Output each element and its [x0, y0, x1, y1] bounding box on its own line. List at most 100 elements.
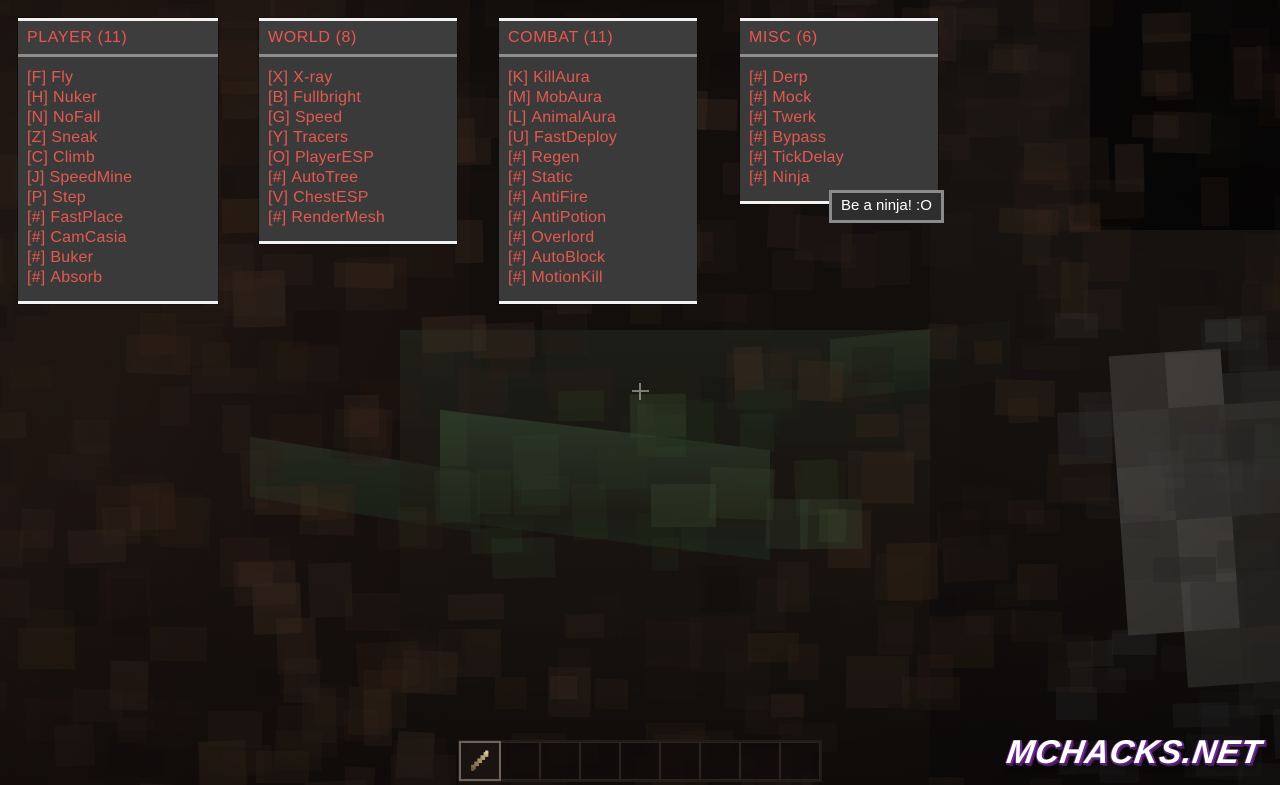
mod-row[interactable]: [B] Fullbright — [268, 88, 457, 108]
mod-label: Overlord — [531, 229, 595, 246]
mod-row[interactable]: [L] AnimalAura — [508, 108, 697, 128]
mod-row[interactable]: [P] Step — [27, 188, 218, 208]
hotbar-slot[interactable] — [540, 742, 580, 780]
mod-row[interactable]: [#] Buker — [27, 248, 218, 268]
terrain-block — [133, 697, 195, 751]
mod-row[interactable]: [#] Bypass — [749, 128, 938, 148]
panel-body-player: [F] Fly [H] Nuker [N] NoFall [Z] Sneak [C] Climb[… — [18, 57, 218, 301]
mod-row[interactable]: [#] FastPlace — [27, 208, 218, 228]
panel-header-player[interactable]: PLAYER (11) — [18, 21, 218, 57]
mod-keybind: [C] — [27, 149, 49, 166]
mod-row[interactable]: [U] FastDeploy — [508, 128, 697, 148]
panel-title-misc: MISC (6) — [749, 28, 818, 46]
hotbar-slot[interactable] — [580, 742, 620, 780]
panel-header-world[interactable]: WORLD (8) — [259, 21, 457, 57]
mod-keybind: [V] — [268, 189, 289, 206]
terrain-block — [873, 553, 924, 603]
site-watermark: MCHACKS.NET — [1004, 733, 1265, 770]
terrain-block — [787, 643, 819, 680]
mod-row[interactable]: [C] Climb — [27, 148, 218, 168]
terrain-block — [304, 780, 369, 785]
mod-row[interactable]: [F] Fly — [27, 68, 218, 88]
mod-row[interactable]: [#] Overlord — [508, 228, 697, 248]
mod-row[interactable]: [Y] Tracers — [268, 128, 457, 148]
terrain-block — [476, 469, 512, 515]
mod-row[interactable]: [G] Speed — [268, 108, 457, 128]
mod-row[interactable]: [#] MotionKill — [508, 268, 697, 288]
hotbar-slot[interactable] — [660, 742, 700, 780]
mod-row[interactable]: [#] AutoTree — [268, 168, 457, 188]
mod-row[interactable]: [#] CamCasia — [27, 228, 218, 248]
mod-row[interactable]: [#] Twerk — [749, 108, 938, 128]
panel-header-combat[interactable]: COMBAT (11) — [499, 21, 697, 57]
mod-row[interactable]: [#] Ninja — [749, 168, 938, 188]
terrain-block — [534, 313, 586, 362]
terrain-block — [0, 770, 28, 785]
terrain-block — [0, 485, 19, 536]
terrain-block — [931, 594, 959, 623]
mod-keybind: [#] — [749, 69, 768, 86]
terrain-block — [397, 506, 428, 547]
mod-row[interactable]: [#] TickDelay — [749, 148, 938, 168]
mod-label: PlayerESP — [294, 149, 375, 166]
mod-label: RenderMesh — [291, 209, 385, 226]
terrain-block — [950, 178, 1017, 207]
hotbar-slot[interactable] — [780, 742, 820, 780]
mod-row[interactable]: [#] AntiFire — [508, 188, 697, 208]
mod-keybind: [#] — [749, 129, 768, 146]
hotbar-slot[interactable] — [500, 742, 540, 780]
terrain-block — [1180, 0, 1234, 35]
terrain-block — [1232, 464, 1262, 518]
terrain-block — [70, 367, 119, 424]
mod-keybind: [H] — [27, 89, 49, 106]
terrain-block — [391, 754, 457, 785]
mod-row[interactable]: [#] Absorb — [27, 268, 218, 288]
panel-title-player: PLAYER (11) — [27, 28, 128, 46]
mod-keybind: [O] — [268, 149, 290, 166]
mod-row[interactable]: [O] PlayerESP — [268, 148, 457, 168]
hotbar-slot[interactable] — [700, 742, 740, 780]
terrain-block — [1238, 550, 1280, 606]
terrain-block — [800, 459, 847, 502]
terrain-block — [333, 262, 395, 289]
mod-label: Absorb — [50, 269, 103, 286]
hotbar-slot[interactable] — [740, 742, 780, 780]
terrain-block — [688, 615, 752, 673]
mod-keybind: [P] — [27, 189, 48, 206]
terrain-block — [233, 560, 297, 608]
mod-label: Derp — [772, 69, 808, 86]
terrain-block — [1195, 94, 1242, 150]
terrain-block — [706, 575, 758, 613]
panel-header-misc[interactable]: MISC (6) — [740, 21, 938, 57]
mod-row[interactable]: [J] SpeedMine — [27, 168, 218, 188]
terrain-block — [8, 366, 54, 391]
mod-row[interactable]: [V] ChestESP — [268, 188, 457, 208]
mod-row[interactable]: [#] AutoBlock — [508, 248, 697, 268]
mod-row[interactable]: [#] RenderMesh — [268, 208, 457, 228]
terrain-block — [1016, 563, 1057, 601]
terrain-block — [0, 681, 8, 709]
terrain-block — [1029, 632, 1093, 664]
hotbar-slot[interactable] — [459, 741, 501, 781]
mod-label: Static — [531, 169, 573, 186]
mod-row[interactable]: [#] Derp — [749, 68, 938, 88]
mod-keybind: [L] — [508, 109, 527, 126]
panel-body-world: [X] X-ray [B] Fullbright [G] Speed [Y] Tracers[… — [259, 57, 457, 241]
hotbar[interactable] — [458, 740, 822, 782]
mod-row[interactable]: [#] Static — [508, 168, 697, 188]
stone-block — [1164, 348, 1225, 409]
mod-row[interactable]: [X] X-ray — [268, 68, 457, 88]
mod-row[interactable]: [Z] Sneak — [27, 128, 218, 148]
mod-row[interactable]: [H] Nuker — [27, 88, 218, 108]
mod-row[interactable]: [M] MobAura — [508, 88, 697, 108]
mod-row[interactable]: [#] Regen — [508, 148, 697, 168]
terrain-block — [294, 0, 339, 20]
mod-keybind: [#] — [508, 189, 527, 206]
mod-row[interactable]: [N] NoFall — [27, 108, 218, 128]
terrain-block — [1271, 421, 1280, 451]
mod-row[interactable]: [#] Mock — [749, 88, 938, 108]
hotbar-slot[interactable] — [620, 742, 660, 780]
mod-row[interactable]: [#] AntiPotion — [508, 208, 697, 228]
mod-label: TickDelay — [772, 149, 844, 166]
mod-row[interactable]: [K] KillAura — [508, 68, 697, 88]
